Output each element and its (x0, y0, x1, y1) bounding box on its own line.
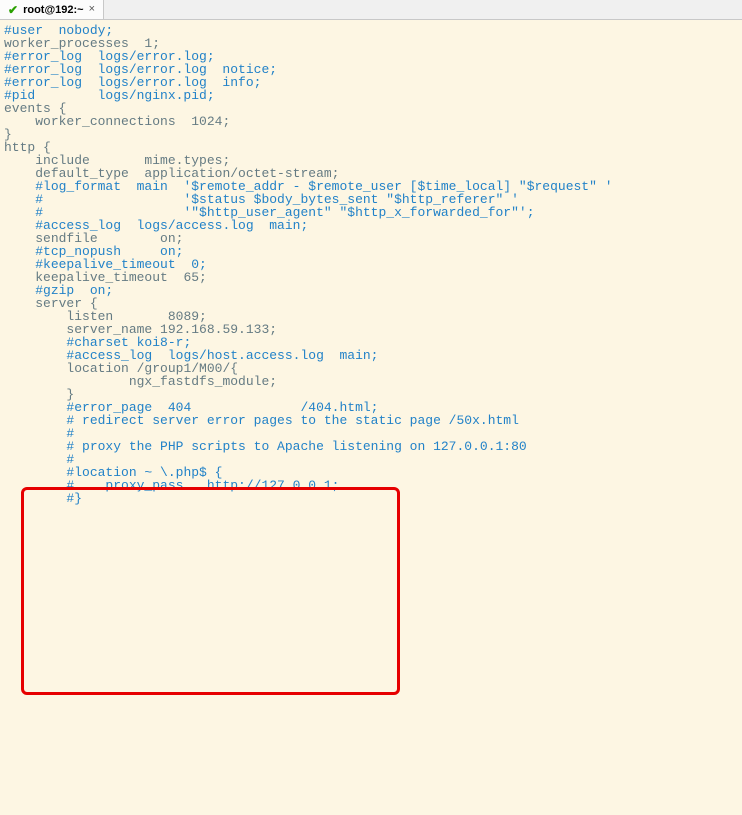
code-line: #gzip on; (4, 284, 738, 297)
code-line: #} (4, 492, 738, 505)
terminal-tab[interactable]: ✔ root@192:~ × (0, 0, 104, 19)
tab-title: root@192:~ (23, 4, 84, 16)
code-line: # redirect server error pages to the sta… (4, 414, 738, 427)
close-icon[interactable]: × (89, 4, 95, 15)
code-line: } (4, 128, 738, 141)
code-line: # proxy the PHP scripts to Apache listen… (4, 440, 738, 453)
code-line: keepalive_timeout 65; (4, 271, 738, 284)
code-line: ngx_fastdfs_module; (4, 375, 738, 388)
code-line: worker_connections 1024; (4, 115, 738, 128)
code-line: # proxy_pass http://127.0.0.1; (4, 479, 738, 492)
code-line: #pid logs/nginx.pid; (4, 89, 738, 102)
editor-area[interactable]: #user nobody;worker_processes 1;#error_l… (0, 20, 742, 505)
tab-bar: ✔ root@192:~ × (0, 0, 742, 20)
check-icon: ✔ (8, 4, 18, 16)
highlight-box (21, 487, 400, 695)
